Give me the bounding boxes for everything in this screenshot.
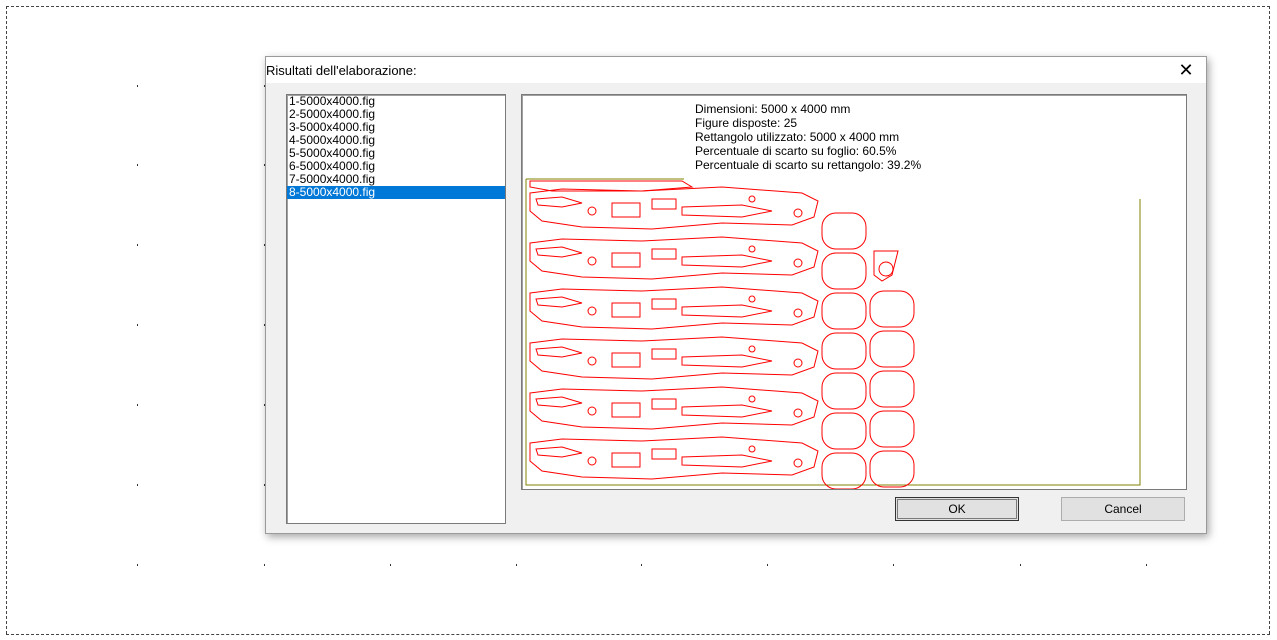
part-slot bbox=[535, 446, 583, 458]
long-part bbox=[529, 186, 819, 230]
part-slot bbox=[651, 248, 677, 260]
grid-dot bbox=[641, 564, 642, 566]
grid-dot bbox=[767, 564, 768, 566]
part-hole bbox=[587, 406, 597, 416]
rounded-part bbox=[869, 330, 915, 368]
grid-dot bbox=[893, 564, 894, 566]
long-part bbox=[529, 386, 819, 430]
grid-dot bbox=[137, 324, 138, 326]
dialog-title: Risultati dell'elaborazione: bbox=[266, 63, 417, 78]
grid-dot bbox=[1146, 564, 1147, 566]
part-slot bbox=[611, 202, 641, 218]
page-border-top bbox=[6, 6, 1270, 7]
part-hole bbox=[793, 258, 803, 268]
rounded-part bbox=[869, 370, 915, 408]
part-hole bbox=[748, 195, 756, 203]
grid-dot bbox=[137, 564, 138, 566]
part-hole bbox=[793, 358, 803, 368]
part-hole bbox=[878, 261, 894, 277]
rounded-part bbox=[821, 412, 867, 450]
rounded-part bbox=[821, 452, 867, 489]
nesting-drawing bbox=[525, 178, 1141, 489]
results-dialog: Risultati dell'elaborazione: ✕ 1-5000x40… bbox=[265, 56, 1207, 534]
rounded-part bbox=[869, 290, 915, 328]
part-slot bbox=[681, 304, 773, 318]
rounded-part bbox=[821, 252, 867, 290]
ok-button[interactable]: OK bbox=[895, 497, 1019, 521]
grid-dot bbox=[390, 564, 391, 566]
part-slot bbox=[611, 452, 641, 468]
part-slot bbox=[651, 398, 677, 410]
page-border-left bbox=[6, 6, 7, 634]
part-slot bbox=[651, 348, 677, 360]
part-hole bbox=[748, 445, 756, 453]
file-listbox[interactable]: 1-5000x4000.fig 2-5000x4000.fig 3-5000x4… bbox=[286, 94, 506, 524]
sheet-border bbox=[525, 179, 1141, 486]
page-border-bottom bbox=[6, 634, 1270, 635]
grid-dot bbox=[137, 244, 138, 246]
part-slot bbox=[611, 252, 641, 268]
part-hole bbox=[587, 356, 597, 366]
part-hole bbox=[793, 308, 803, 318]
part-slot bbox=[681, 354, 773, 368]
part-slot bbox=[651, 198, 677, 210]
close-icon[interactable]: ✕ bbox=[1166, 57, 1206, 83]
part-hole bbox=[587, 206, 597, 216]
part-slot bbox=[535, 296, 583, 308]
grid-dot bbox=[264, 564, 265, 566]
long-part bbox=[529, 436, 819, 480]
part-hole bbox=[587, 306, 597, 316]
part-slot bbox=[535, 196, 583, 208]
part-hole bbox=[748, 395, 756, 403]
part-slot bbox=[681, 254, 773, 268]
part-hole bbox=[793, 408, 803, 418]
part-hole bbox=[587, 456, 597, 466]
grid-dot bbox=[137, 164, 138, 166]
dialog-titlebar: Risultati dell'elaborazione: ✕ bbox=[266, 57, 1206, 83]
grid-dot bbox=[1020, 564, 1021, 566]
part-slot bbox=[651, 298, 677, 310]
part-hole bbox=[793, 458, 803, 468]
rounded-part bbox=[869, 450, 915, 488]
rounded-part bbox=[821, 212, 867, 250]
rounded-part bbox=[821, 332, 867, 370]
rounded-part bbox=[821, 292, 867, 330]
part-hole bbox=[748, 345, 756, 353]
long-part bbox=[529, 236, 819, 280]
part-hole bbox=[748, 245, 756, 253]
part-slot bbox=[535, 346, 583, 358]
long-part bbox=[529, 286, 819, 330]
grid-dot bbox=[137, 85, 138, 87]
part-hole bbox=[587, 256, 597, 266]
grid-dot bbox=[137, 404, 138, 406]
part-slot bbox=[535, 246, 583, 258]
page-border-right bbox=[1269, 6, 1270, 634]
cancel-button[interactable]: Cancel bbox=[1061, 497, 1185, 521]
grid-dot bbox=[137, 484, 138, 486]
part-slot bbox=[535, 396, 583, 408]
grid-dot bbox=[516, 564, 517, 566]
part-slot bbox=[681, 404, 773, 418]
part-slot bbox=[651, 448, 677, 460]
long-part bbox=[529, 336, 819, 380]
part-hole bbox=[748, 295, 756, 303]
part-hole bbox=[793, 208, 803, 218]
nesting-preview: Dimensioni: 5000 x 4000 mm Figure dispos… bbox=[521, 94, 1187, 490]
part-slot bbox=[611, 402, 641, 418]
part-slot bbox=[611, 302, 641, 318]
part-slot bbox=[611, 352, 641, 368]
rounded-part bbox=[821, 372, 867, 410]
rounded-part bbox=[869, 410, 915, 448]
part-slot bbox=[681, 454, 773, 468]
list-item-selected[interactable]: 8-5000x4000.fig bbox=[287, 186, 505, 199]
part-slot bbox=[681, 204, 773, 218]
